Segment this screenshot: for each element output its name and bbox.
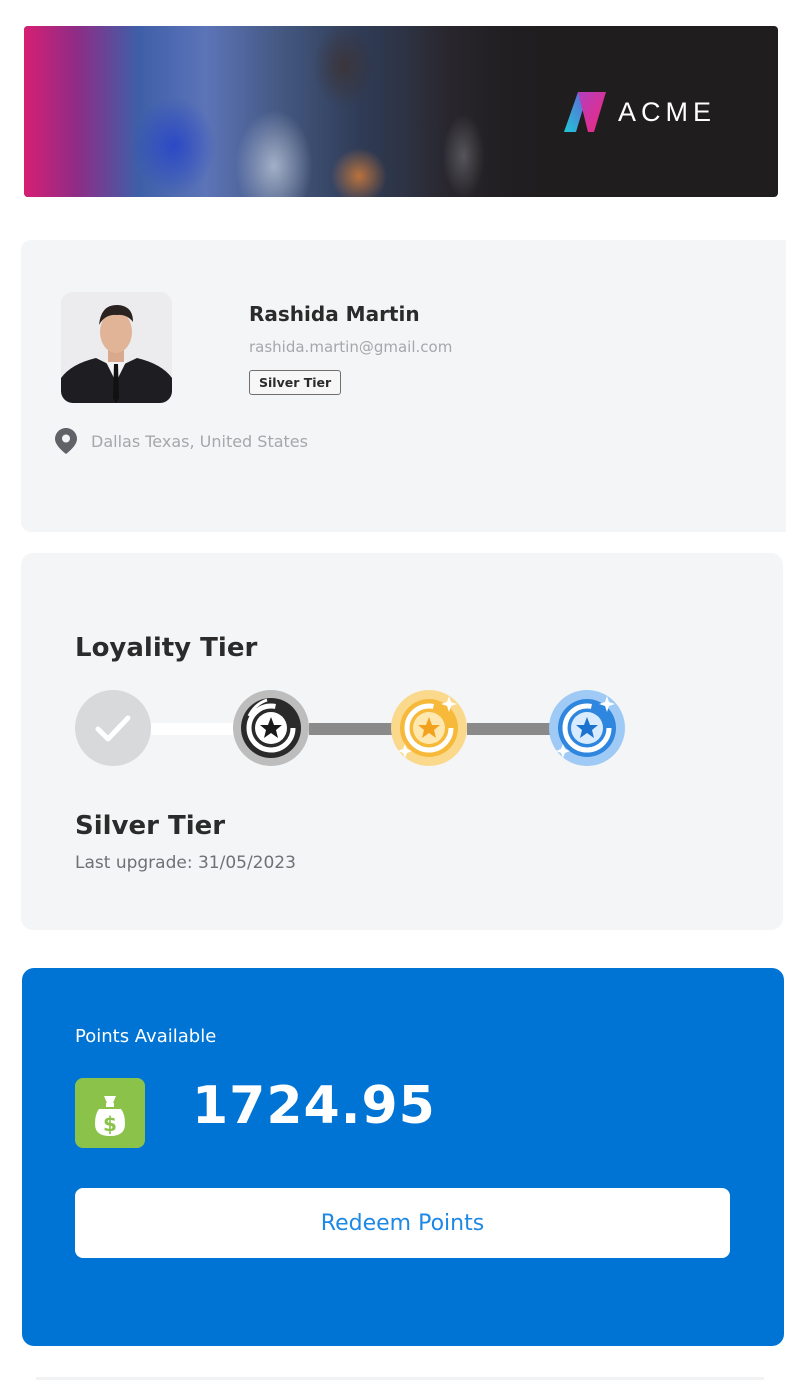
acme-logo-icon	[564, 92, 606, 132]
points-card: Points Available $ 1724.95 Redeem Points	[22, 968, 784, 1346]
loyalty-tier-card: Loyality Tier Silver Tier Last upgrade: …	[21, 553, 783, 930]
points-balance: 1724.95	[192, 1076, 436, 1136]
track-segment-completed	[151, 723, 241, 735]
avatar-image	[61, 292, 172, 403]
redeem-points-button[interactable]: Redeem Points	[75, 1188, 730, 1258]
brand-name: ACME	[618, 96, 717, 127]
profile-name: Rashida Martin	[249, 302, 420, 326]
track-segment-locked	[309, 723, 399, 735]
map-pin-icon	[55, 428, 77, 454]
profile-card: Rashida Martin rashida.martin@gmail.com …	[21, 240, 786, 532]
profile-email: rashida.martin@gmail.com	[249, 338, 453, 356]
tier-badge: Silver Tier	[249, 370, 342, 395]
track-segment-locked	[467, 723, 557, 735]
check-icon	[75, 690, 151, 766]
hero-banner: ACME	[24, 26, 778, 197]
brand-logo-lockup: ACME	[564, 92, 716, 132]
gold-star-medal-icon	[391, 690, 467, 766]
last-upgrade-date: Last upgrade: 31/05/2023	[75, 853, 296, 873]
tier-progress-track	[73, 686, 633, 772]
location-text: Dallas Texas, United States	[91, 431, 308, 451]
platinum-star-medal-icon	[549, 690, 625, 766]
points-label: Points Available	[75, 1026, 217, 1047]
silver-star-medal-icon	[233, 690, 309, 766]
profile-location: Dallas Texas, United States	[55, 428, 308, 454]
loyalty-title: Loyality Tier	[75, 633, 258, 663]
avatar	[61, 292, 172, 403]
section-divider	[36, 1377, 764, 1380]
money-bag-icon: $	[75, 1078, 145, 1148]
svg-text:$: $	[103, 1112, 117, 1136]
current-tier-name: Silver Tier	[75, 811, 226, 841]
